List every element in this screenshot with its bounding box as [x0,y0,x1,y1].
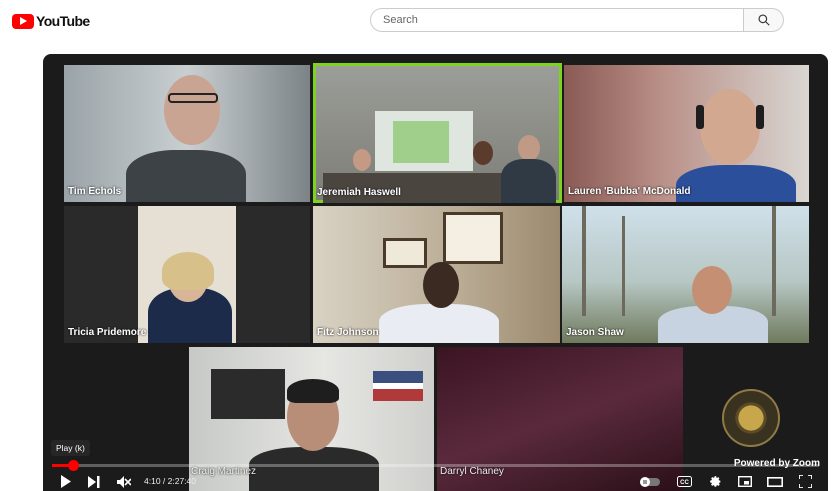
svg-text:CC: CC [680,480,689,486]
next-icon [88,475,100,488]
youtube-wordmark: YouTube [36,13,90,29]
video-tile-jeremiah-haswell: Jeremiah Haswell [313,63,562,203]
play-icon [61,475,71,488]
youtube-play-icon [12,13,34,29]
captions-button[interactable]: CC [675,472,693,491]
mute-button[interactable] [115,472,133,491]
video-player[interactable]: Tim Echols Jeremiah Haswell Lauren 'Bubb… [43,54,828,491]
miniplayer-icon [738,476,752,487]
video-tile-lauren-mcdonald: Lauren 'Bubba' McDonald [564,65,809,202]
participant-name: Tim Echols [68,186,122,197]
video-tile-tim-echols: Tim Echols [64,65,310,202]
next-button[interactable] [85,472,103,491]
participant-name: Tricia Pridemore [68,327,147,338]
youtube-logo[interactable]: YouTube [12,11,90,31]
participant-name: Lauren 'Bubba' McDonald [568,186,691,197]
public-service-commission-seal [722,389,780,447]
theater-mode-icon [767,476,783,487]
scrubber-handle[interactable] [68,460,80,471]
player-controls: 4:10 / 2:27:40 CC [43,472,828,491]
search-button[interactable] [744,8,784,32]
search-placeholder: Search [383,14,418,26]
fullscreen-button[interactable] [796,472,814,491]
play-button[interactable] [57,472,75,491]
participant-name: Fitz Johnson [317,327,379,338]
time-display: 4:10 / 2:27:40 [144,476,196,486]
video-tile-fitz-johnson: Fitz Johnson [313,206,560,343]
search-icon [757,14,770,26]
captions-icon: CC [676,476,692,487]
miniplayer-button[interactable] [736,472,754,491]
search-input[interactable]: Search [370,8,744,32]
video-tile-tricia-pridemore: Tricia Pridemore [64,206,310,343]
theater-mode-button[interactable] [765,472,785,491]
progress-bar[interactable] [52,460,819,471]
autoplay-toggle-icon [640,476,660,487]
gear-icon [709,476,720,487]
play-tooltip: Play (k) [51,440,90,456]
participant-name: Jason Shaw [566,327,624,338]
fullscreen-icon [798,475,812,488]
settings-button[interactable] [706,472,724,491]
video-tile-jason-shaw: Jason Shaw [562,206,809,343]
autoplay-toggle[interactable] [639,472,661,491]
muted-volume-icon [117,475,131,488]
participant-name: Jeremiah Haswell [317,187,401,198]
